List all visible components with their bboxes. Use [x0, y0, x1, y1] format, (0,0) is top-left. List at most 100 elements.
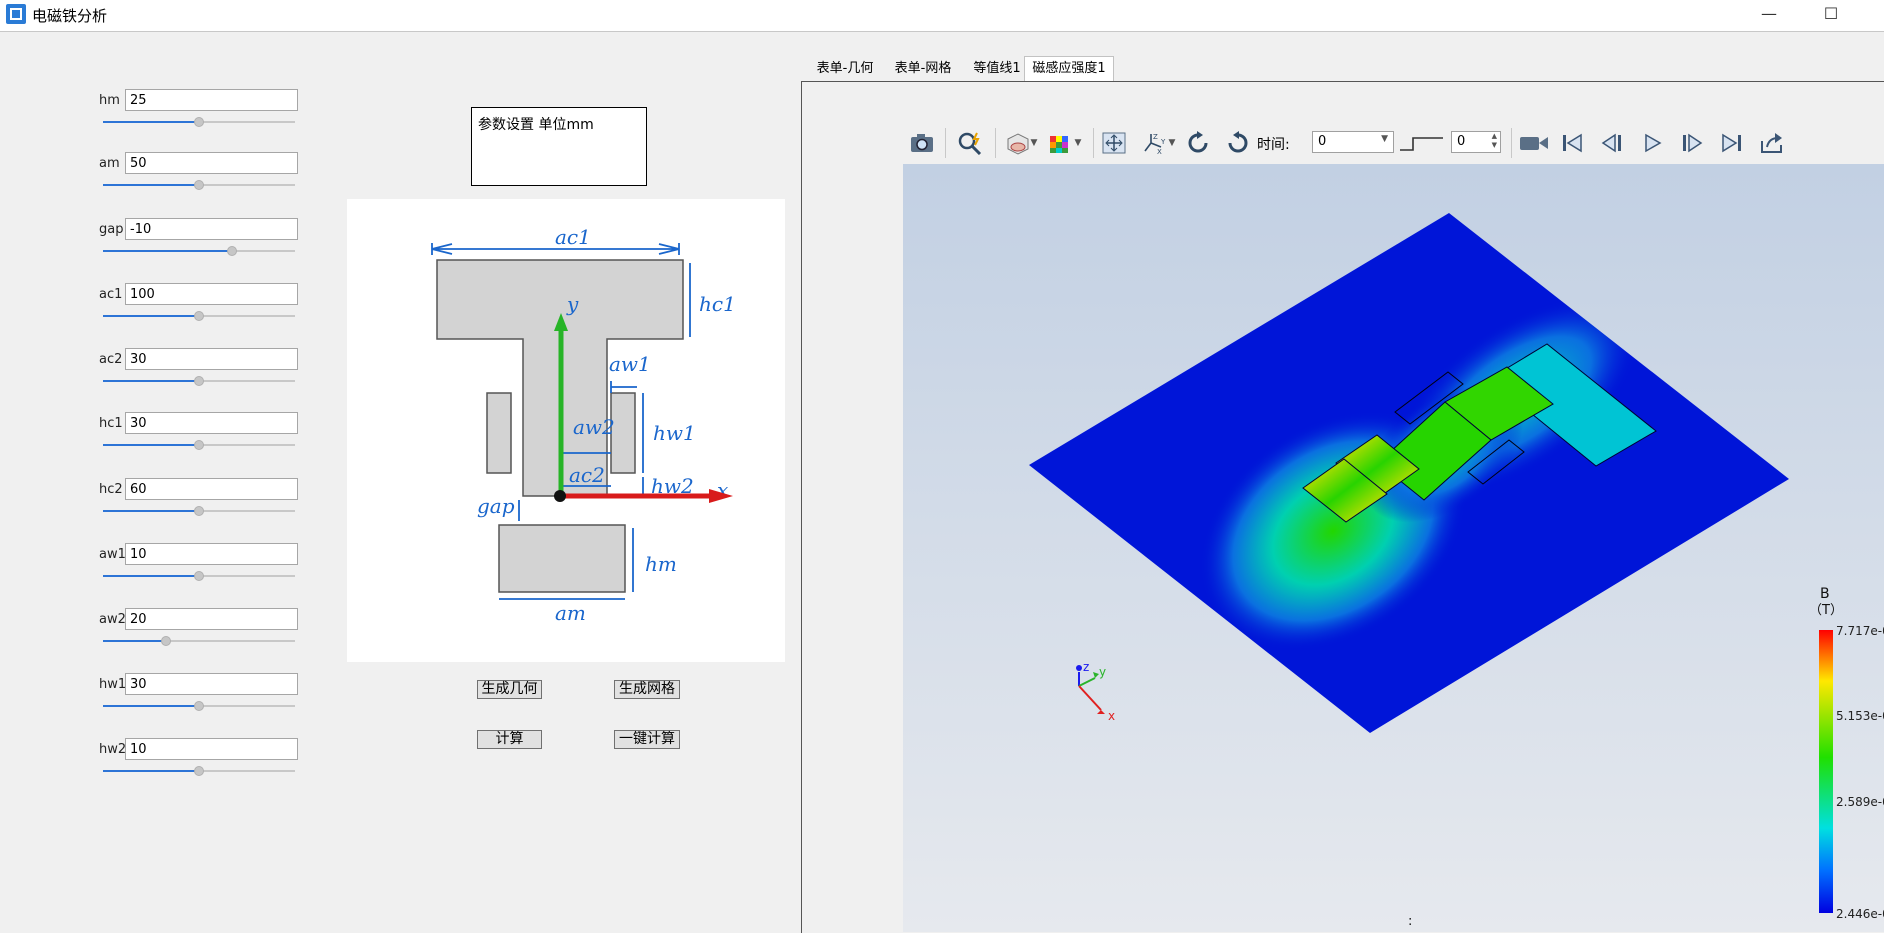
param-slider-gap[interactable]: [103, 245, 295, 257]
label-hm: hm: [645, 552, 677, 576]
armature: [498, 524, 626, 593]
slider-thumb[interactable]: [194, 506, 204, 516]
tab-magnetic-flux-density[interactable]: 磁感应强度1: [1024, 56, 1114, 83]
one-click-compute-button[interactable]: 一键计算: [614, 730, 680, 749]
tab-form-mesh[interactable]: 表单-网格: [888, 57, 958, 81]
legend-colorbar: [1819, 630, 1833, 913]
param-slider-hw1[interactable]: [103, 700, 295, 712]
param-slider-hw2[interactable]: [103, 765, 295, 777]
tab-contour[interactable]: 等值线1: [966, 57, 1028, 81]
slider-thumb[interactable]: [194, 311, 204, 321]
export-icon[interactable]: [1757, 128, 1787, 158]
axes-dropdown-icon[interactable]: ▼: [1165, 128, 1179, 158]
step-spinbox[interactable]: 0 ▲ ▼: [1451, 131, 1501, 153]
param-label-ac1: ac1: [99, 287, 123, 302]
play-icon[interactable]: [1637, 128, 1667, 158]
prev-frame-icon[interactable]: [1597, 128, 1627, 158]
svg-text:X: X: [1157, 148, 1162, 155]
video-camera-icon[interactable]: [1517, 128, 1551, 158]
param-input-aw1[interactable]: [125, 543, 298, 565]
param-slider-ac2[interactable]: [103, 375, 295, 387]
rotate-ccw-icon[interactable]: [1223, 128, 1253, 158]
param-input-aw2[interactable]: [125, 608, 298, 630]
param-slider-hm[interactable]: [103, 116, 295, 128]
time-select[interactable]: 0 ▼: [1312, 131, 1394, 153]
fit-view-icon[interactable]: [1099, 128, 1129, 158]
compute-button[interactable]: 计算: [477, 730, 542, 749]
axis-y-label: y: [1099, 665, 1106, 679]
legend-title: B: [1820, 586, 1830, 602]
legend-mid-low: 2.589e-0: [1836, 795, 1884, 809]
label-hc1: hc1: [699, 292, 736, 316]
param-slider-ac1[interactable]: [103, 310, 295, 322]
legend-mid-high: 5.153e-0: [1836, 709, 1884, 723]
camera-icon[interactable]: [907, 128, 937, 158]
label-ac1: ac1: [555, 225, 591, 249]
origin-dot: [554, 490, 566, 502]
axis-z-label: z: [1083, 660, 1089, 674]
param-input-am[interactable]: [125, 152, 298, 174]
param-input-ac1[interactable]: [125, 283, 298, 305]
param-input-hm[interactable]: [125, 89, 298, 111]
param-input-hw2[interactable]: [125, 738, 298, 760]
time-label: 时间:: [1257, 137, 1290, 153]
maximize-button[interactable]: ☐: [1808, 2, 1854, 28]
slider-thumb[interactable]: [194, 440, 204, 450]
param-label-gap: gap: [99, 222, 124, 237]
param-label-hm: hm: [99, 93, 120, 108]
color-dropdown-icon[interactable]: ▼: [1071, 128, 1085, 158]
param-input-hc1[interactable]: [125, 412, 298, 434]
title-bar: 电磁铁分析 — ☐: [0, 0, 1884, 32]
step-value: 0: [1457, 134, 1466, 149]
dim-aw1: [610, 381, 637, 393]
label-aw1: aw1: [609, 352, 651, 376]
slider-thumb[interactable]: [226, 246, 237, 256]
info-box: 参数设置 单位mm: [471, 107, 647, 186]
param-label-am: am: [99, 156, 120, 171]
step-function-icon: [1399, 128, 1445, 158]
orientation-triad: z y x: [1076, 660, 1115, 723]
first-frame-icon[interactable]: [1557, 128, 1587, 158]
slider-thumb[interactable]: [194, 701, 204, 711]
display-mode-dropdown-icon[interactable]: ▼: [1027, 128, 1041, 158]
rotate-cw-icon[interactable]: [1183, 128, 1213, 158]
3d-viewport[interactable]: z y x B （T） 7.717e-0 5.153e-0 2.589e-0 2…: [903, 164, 1884, 932]
last-frame-icon[interactable]: [1717, 128, 1747, 158]
minimize-button[interactable]: —: [1746, 2, 1792, 28]
param-slider-aw1[interactable]: [103, 570, 295, 582]
legend-max: 7.717e-0: [1836, 624, 1884, 638]
param-label-hw2: hw2: [99, 742, 127, 757]
left-coil: [486, 392, 512, 474]
param-label-aw1: aw1: [99, 547, 126, 562]
slider-thumb[interactable]: [194, 571, 204, 581]
generate-geometry-button[interactable]: 生成几何: [477, 680, 542, 699]
slider-thumb[interactable]: [194, 376, 204, 386]
param-slider-hc1[interactable]: [103, 439, 295, 451]
slider-thumb[interactable]: [194, 766, 204, 776]
next-frame-icon[interactable]: [1677, 128, 1707, 158]
svg-text:Z: Z: [1153, 133, 1158, 141]
app-icon: [6, 4, 26, 24]
param-slider-hc2[interactable]: [103, 505, 295, 517]
window-title: 电磁铁分析: [32, 7, 108, 25]
param-label-hw1: hw1: [99, 677, 127, 692]
param-slider-aw2[interactable]: [103, 635, 295, 647]
param-input-ac2[interactable]: [125, 348, 298, 370]
spin-arrows-icon: ▲ ▼: [1491, 132, 1497, 149]
param-slider-am[interactable]: [103, 179, 295, 191]
param-input-hc2[interactable]: [125, 478, 298, 500]
label-ac2: ac2: [569, 463, 605, 487]
generate-mesh-button[interactable]: 生成网格: [614, 680, 680, 699]
slider-thumb[interactable]: [194, 117, 204, 127]
status-text: :: [1408, 914, 1412, 929]
label-gap: gap: [477, 494, 515, 518]
slider-thumb[interactable]: [161, 636, 172, 646]
slider-thumb[interactable]: [194, 180, 204, 190]
field-render: z y x B （T） 7.717e-0 5.153e-0 2.589e-0 2…: [1029, 213, 1884, 929]
tab-form-geometry[interactable]: 表单-几何: [810, 57, 880, 81]
param-input-hw1[interactable]: [125, 673, 298, 695]
label-aw2: aw2: [573, 415, 615, 439]
param-input-gap[interactable]: [125, 218, 298, 240]
viewer-toolbar: ▼ ▼ ZYX ▼ 时间: 0 ▼ 0 ▲ ▼: [903, 122, 1884, 164]
zoom-magic-icon[interactable]: [955, 128, 985, 158]
